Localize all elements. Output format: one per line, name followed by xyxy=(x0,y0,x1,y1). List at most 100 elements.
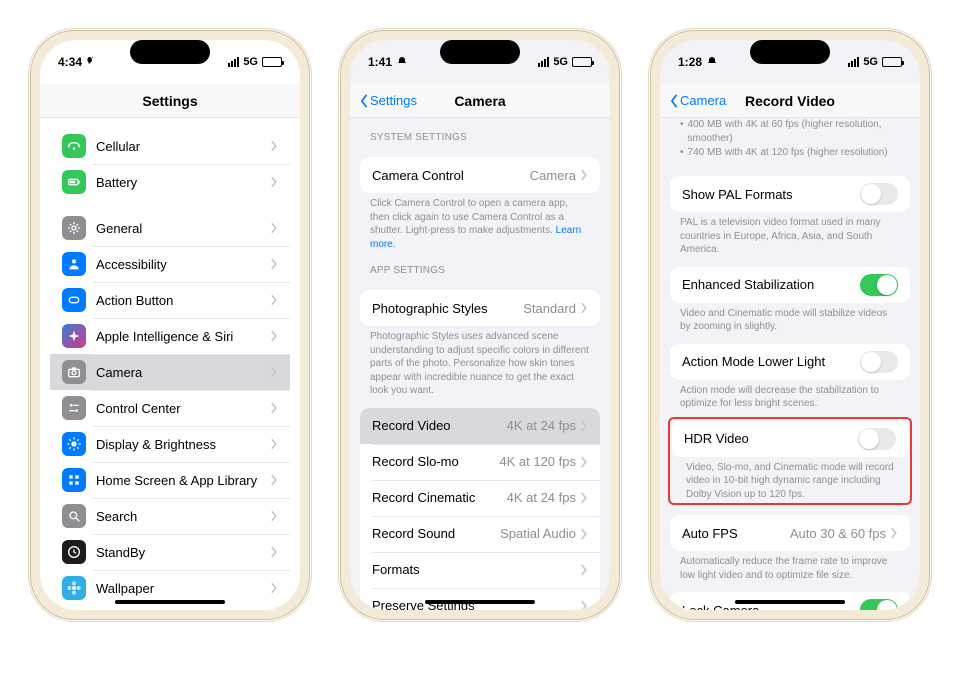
network-label: 5G xyxy=(863,56,878,68)
row-camera-control[interactable]: Camera Control Camera xyxy=(360,157,600,193)
row-auto-fps[interactable]: Auto FPS Auto 30 & 60 fps xyxy=(670,515,910,551)
row-label: Show PAL Formats xyxy=(682,187,860,202)
row-formats[interactable]: Formats xyxy=(360,552,600,588)
dnd-icon xyxy=(396,56,408,68)
row-label: Camera Control xyxy=(372,168,530,183)
section-header: APP SETTINGS xyxy=(350,251,610,280)
home-indicator[interactable] xyxy=(735,600,845,604)
row-standby[interactable]: StandBy xyxy=(50,534,290,570)
chevron-right-icon xyxy=(270,294,278,306)
storage-info: •400 MB with 4K at 60 fps (higher resolu… xyxy=(660,118,920,166)
row-enhanced-stabilization[interactable]: Enhanced Stabilization xyxy=(670,267,910,303)
row-label: Auto FPS xyxy=(682,526,790,541)
chevron-right-icon xyxy=(270,176,278,188)
page-title: Settings xyxy=(142,93,197,109)
row-action-button[interactable]: Action Button xyxy=(50,282,290,318)
row-label: Photographic Styles xyxy=(372,301,523,316)
row-cellular[interactable]: Cellular xyxy=(50,128,290,164)
status-time: 1:28 xyxy=(678,55,702,69)
section-footer: PAL is a television video format used in… xyxy=(660,212,920,257)
row-hdr-video[interactable]: HDR Video xyxy=(672,421,908,457)
row-label: StandBy xyxy=(96,545,270,560)
row-label: Action Mode Lower Light xyxy=(682,354,860,369)
sparkle-icon xyxy=(62,324,86,348)
notch xyxy=(440,40,520,64)
row-battery[interactable]: Battery xyxy=(50,164,290,200)
chevron-right-icon xyxy=(580,492,588,504)
row-value: 4K at 24 fps xyxy=(507,490,576,505)
toggle[interactable] xyxy=(860,351,898,373)
home-indicator[interactable] xyxy=(115,600,225,604)
row-record-cinematic[interactable]: Record Cinematic4K at 24 fps xyxy=(360,480,600,516)
battery-icon xyxy=(262,57,282,67)
row-control-center[interactable]: Control Center xyxy=(50,390,290,426)
toggle[interactable] xyxy=(858,428,896,450)
sun-icon xyxy=(62,432,86,456)
toggle[interactable] xyxy=(860,183,898,205)
chevron-right-icon xyxy=(270,402,278,414)
section-footer: Video, Slo-mo, and Cinematic mode will r… xyxy=(672,457,908,502)
signal-icon xyxy=(538,57,549,67)
section-footer: Video and Cinematic mode will stabilize … xyxy=(660,303,920,334)
chevron-right-icon xyxy=(270,474,278,486)
row-camera[interactable]: Camera xyxy=(50,354,290,390)
row-record-sound[interactable]: Record SoundSpatial Audio xyxy=(360,516,600,552)
toggle[interactable] xyxy=(860,274,898,296)
row-preserve[interactable]: Preserve Settings xyxy=(360,588,600,611)
row-action-mode-lower-light[interactable]: Action Mode Lower Light xyxy=(670,344,910,380)
status-time: 4:34 xyxy=(58,55,82,69)
row-label: Record Video xyxy=(372,418,507,433)
chevron-right-icon xyxy=(580,528,588,540)
row-record-video[interactable]: Record Video4K at 24 fps xyxy=(360,408,600,444)
row-label: Record Cinematic xyxy=(372,490,507,505)
row-label: Accessibility xyxy=(96,257,270,272)
nav-header: Settings Camera xyxy=(350,84,610,118)
flower-icon xyxy=(62,576,86,600)
row-photographic-styles[interactable]: Photographic Styles Standard xyxy=(360,290,600,326)
home-indicator[interactable] xyxy=(425,600,535,604)
row-value: 4K at 24 fps xyxy=(507,418,576,433)
row-accessibility[interactable]: Accessibility xyxy=(50,246,290,282)
chevron-right-icon xyxy=(580,564,588,576)
bullet-text: 400 MB with 4K at 60 fps (higher resolut… xyxy=(688,118,900,146)
row-home-screen[interactable]: Home Screen & App Library xyxy=(50,462,290,498)
chevron-right-icon xyxy=(580,302,588,314)
record-video-content[interactable]: •400 MB with 4K at 60 fps (higher resolu… xyxy=(660,118,920,610)
row-label: Display & Brightness xyxy=(96,437,270,452)
notch xyxy=(750,40,830,64)
row-record-slomo[interactable]: Record Slo-mo4K at 120 fps xyxy=(360,444,600,480)
page-title: Record Video xyxy=(745,93,835,109)
section-footer: Photographic Styles uses advanced scene … xyxy=(350,326,610,398)
status-time: 1:41 xyxy=(368,55,392,69)
back-button[interactable]: Camera xyxy=(668,93,726,108)
row-search[interactable]: Search xyxy=(50,498,290,534)
camera-content[interactable]: SYSTEM SETTINGS Camera Control Camera Cl… xyxy=(350,118,610,610)
row-apple-intelligence[interactable]: Apple Intelligence & Siri xyxy=(50,318,290,354)
chevron-right-icon xyxy=(270,258,278,270)
phone-camera: 1:41 5G Settings Camera SYSTEM SETTINGS … xyxy=(340,30,620,620)
chevron-right-icon xyxy=(580,600,588,611)
row-display[interactable]: Display & Brightness xyxy=(50,426,290,462)
toggle[interactable] xyxy=(860,599,898,610)
phone-settings: 4:34 5G Settings CellularBattery General… xyxy=(30,30,310,620)
back-label: Settings xyxy=(370,93,417,108)
row-label: Enhanced Stabilization xyxy=(682,277,860,292)
section-footer: Click Camera Control to open a camera ap… xyxy=(350,193,610,251)
bullet-text: 740 MB with 4K at 120 fps (higher resolu… xyxy=(688,146,888,160)
settings-content[interactable]: CellularBattery General Accessibility Acti… xyxy=(40,118,300,610)
back-button[interactable]: Settings xyxy=(358,93,417,108)
row-value: Auto 30 & 60 fps xyxy=(790,526,886,541)
button-icon xyxy=(62,288,86,312)
row-value: Camera xyxy=(530,168,576,183)
antenna-icon xyxy=(62,134,86,158)
section-footer: Action mode will decrease the stabilizat… xyxy=(660,380,920,411)
row-value: 4K at 120 fps xyxy=(499,454,576,469)
clock-icon xyxy=(62,540,86,564)
row-general[interactable]: General xyxy=(50,210,290,246)
chevron-right-icon xyxy=(890,527,898,539)
row-label: Search xyxy=(96,509,270,524)
row-label: Formats xyxy=(372,562,580,577)
chevron-right-icon xyxy=(580,420,588,432)
chevron-right-icon xyxy=(270,510,278,522)
row-show-pal[interactable]: Show PAL Formats xyxy=(670,176,910,212)
